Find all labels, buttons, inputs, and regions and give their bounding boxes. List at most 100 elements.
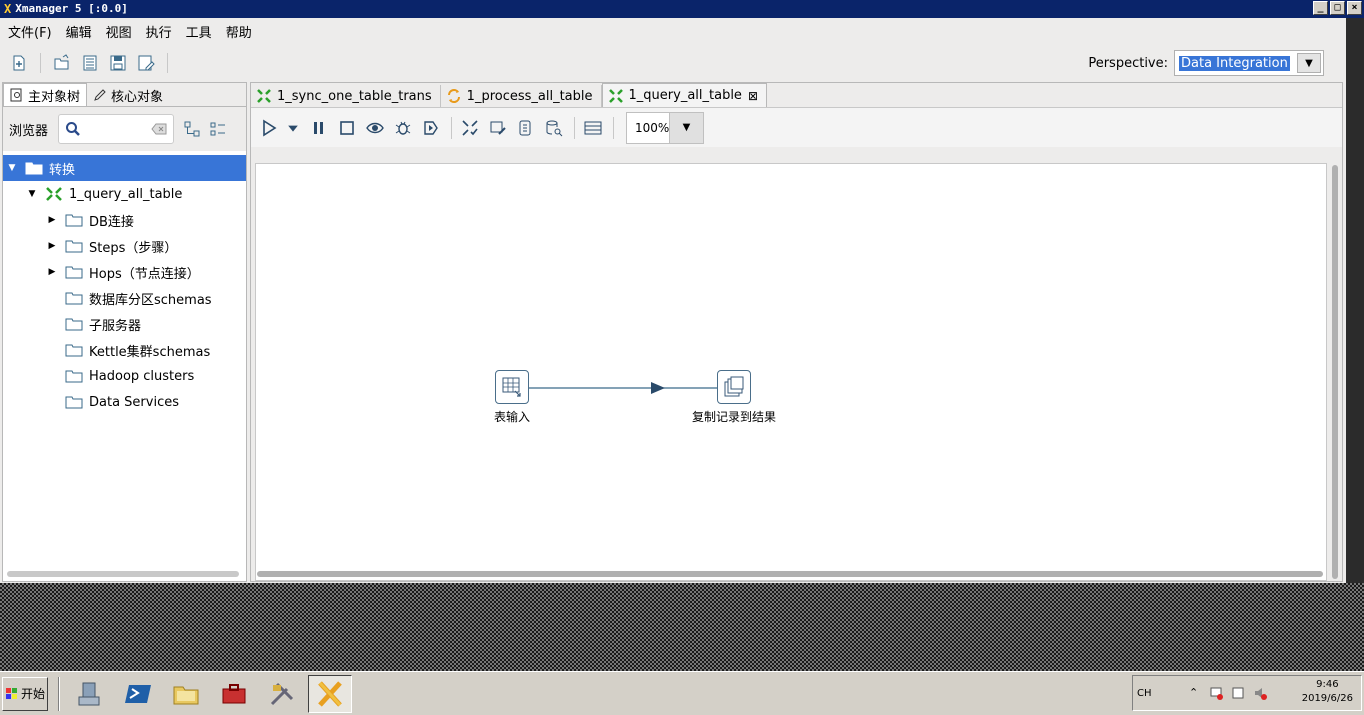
step-table-input[interactable]: 表输入 <box>492 370 532 425</box>
tree-node-db-connections[interactable]: ▶ DB连接 <box>3 207 246 233</box>
tab-query-all-table[interactable]: 1_query_all_table ⊠ <box>601 83 767 107</box>
editor-toolbar: 100% ▼ <box>251 107 1342 147</box>
sql-icon <box>519 120 531 135</box>
impact-button[interactable] <box>488 118 508 138</box>
start-button[interactable]: 开始 <box>2 676 48 711</box>
tab-label: 1_process_all_table <box>466 88 593 104</box>
replay-button[interactable] <box>421 118 441 138</box>
menu-tools[interactable]: 工具 <box>184 22 220 41</box>
start-label: 开始 <box>20 687 45 701</box>
tab-core-objects[interactable]: 核心对象 <box>87 84 169 106</box>
save-as-button[interactable] <box>135 52 157 74</box>
step-copy-rows-to-result[interactable]: 复制记录到结果 <box>689 370 779 425</box>
folder-icon <box>25 162 43 175</box>
tree-node-data-services[interactable]: Data Services <box>3 389 246 415</box>
canvas-horizontal-scrollbar[interactable] <box>257 571 1323 577</box>
copy-rows-icon <box>717 370 751 404</box>
tree-node-steps[interactable]: ▶ Steps（步骤） <box>3 233 246 259</box>
server-manager-icon[interactable] <box>68 675 112 713</box>
stop-button[interactable] <box>337 118 357 138</box>
tools-icon[interactable] <box>260 675 304 713</box>
pause-button[interactable] <box>309 118 329 138</box>
save-as-icon <box>138 55 155 71</box>
new-file-button[interactable] <box>8 52 30 74</box>
collapsed-arrow-icon[interactable]: ▶ <box>47 267 57 277</box>
repository-icon <box>83 55 97 71</box>
stop-icon <box>340 120 354 135</box>
new-file-icon <box>13 55 25 71</box>
clock-date: 2019/6/26 <box>1301 693 1353 704</box>
tab-main-tree[interactable]: 主对象树 <box>3 83 88 106</box>
window-edge <box>1346 18 1364 583</box>
tree-node-partition-schemas[interactable]: 数据库分区schemas <box>3 285 246 311</box>
perspective-combo[interactable]: Data Integration ▼ <box>1174 50 1324 76</box>
explorer-icon[interactable] <box>164 675 208 713</box>
collapse-all-icon[interactable] <box>210 121 226 137</box>
menu-run[interactable]: 执行 <box>144 22 180 41</box>
canvas-vertical-scrollbar[interactable] <box>1332 165 1338 579</box>
tree-node-query-all-table[interactable]: ▼ 1_query_all_table <box>3 181 246 207</box>
tray-expand-icon[interactable]: ⌃ <box>1189 686 1198 699</box>
verify-button[interactable] <box>460 118 480 138</box>
close-window-button[interactable]: × <box>1347 1 1362 15</box>
tree-node-hops[interactable]: ▶ Hops（节点连接） <box>3 259 246 285</box>
transformation-canvas[interactable]: 表输入 复制记录到结果 <box>255 163 1327 581</box>
maximize-button[interactable]: □ <box>1330 1 1345 15</box>
language-indicator[interactable]: CH <box>1137 688 1152 699</box>
open-file-button[interactable] <box>51 52 73 74</box>
step-label: 表输入 <box>493 410 530 424</box>
toolbox-icon[interactable] <box>212 675 256 713</box>
tab-process-all-table[interactable]: 1_process_all_table <box>440 85 602 107</box>
tree-node-slave-servers[interactable]: 子服务器 <box>3 311 246 337</box>
results-panel-icon <box>584 121 602 134</box>
xmanager-taskbar-icon[interactable] <box>308 674 352 713</box>
run-options-dropdown[interactable] <box>287 118 299 138</box>
table-input-icon <box>495 370 529 404</box>
sql-button[interactable] <box>516 118 536 138</box>
tree-node-transformations[interactable]: ▼ 转换 <box>3 155 246 181</box>
play-icon <box>263 119 277 136</box>
action-center-icon[interactable] <box>1231 686 1245 700</box>
close-tab-icon[interactable]: ⊠ <box>748 89 758 103</box>
collapsed-arrow-icon[interactable]: ▶ <box>47 215 57 225</box>
chevron-down-icon[interactable]: ▼ <box>1297 53 1321 73</box>
tree-node-hadoop-clusters[interactable]: Hadoop clusters <box>3 363 246 389</box>
tree-node-label: 数据库分区schemas <box>89 292 212 308</box>
save-button[interactable] <box>107 52 129 74</box>
toolbar-separator <box>451 116 452 139</box>
folder-icon <box>65 318 83 331</box>
zoom-select[interactable]: 100% ▼ <box>626 111 704 144</box>
chevron-down-icon[interactable]: ▼ <box>669 112 703 143</box>
expand-arrow-icon[interactable]: ▼ <box>27 189 37 199</box>
spoon-app: 文件(F) 编辑 视图 执行 工具 帮助 Perspective: Data I… <box>0 18 1346 583</box>
folder-icon <box>65 396 83 409</box>
clock[interactable]: 9:46 2019/6/26 <box>1302 678 1353 706</box>
show-results-button[interactable] <box>583 118 603 138</box>
menu-help[interactable]: 帮助 <box>224 22 260 41</box>
browser-label: 浏览器 <box>9 123 49 139</box>
tree-search-input[interactable] <box>58 114 175 144</box>
debug-button[interactable] <box>393 118 413 138</box>
tab-label: 1_sync_one_table_trans <box>277 88 432 104</box>
menu-file[interactable]: 文件(F) <box>6 22 60 41</box>
collapsed-arrow-icon[interactable]: ▶ <box>47 241 57 251</box>
folder-icon <box>65 344 83 357</box>
clear-search-icon[interactable] <box>151 123 167 135</box>
minimize-button[interactable]: _ <box>1313 1 1328 15</box>
menu-edit[interactable]: 编辑 <box>64 22 100 41</box>
menu-view[interactable]: 视图 <box>104 22 140 41</box>
tree-node-label: 子服务器 <box>89 318 142 334</box>
editor-tabs: 1_sync_one_table_trans 1_process_all_tab… <box>251 83 1342 107</box>
explore-db-button[interactable] <box>544 118 564 138</box>
expand-arrow-icon[interactable]: ▼ <box>7 163 17 173</box>
left-horizontal-scrollbar[interactable] <box>7 571 239 577</box>
tab-sync-one-table-trans[interactable]: 1_sync_one_table_trans <box>251 85 441 107</box>
network-icon[interactable] <box>1209 686 1223 700</box>
expand-all-icon[interactable] <box>184 121 200 137</box>
tree-node-cluster-schemas[interactable]: Kettle集群schemas <box>3 337 246 363</box>
volume-icon[interactable] <box>1253 686 1267 700</box>
explore-repo-button[interactable] <box>79 52 101 74</box>
preview-button[interactable] <box>365 118 385 138</box>
run-button[interactable] <box>259 118 279 138</box>
powershell-icon[interactable] <box>116 675 160 713</box>
